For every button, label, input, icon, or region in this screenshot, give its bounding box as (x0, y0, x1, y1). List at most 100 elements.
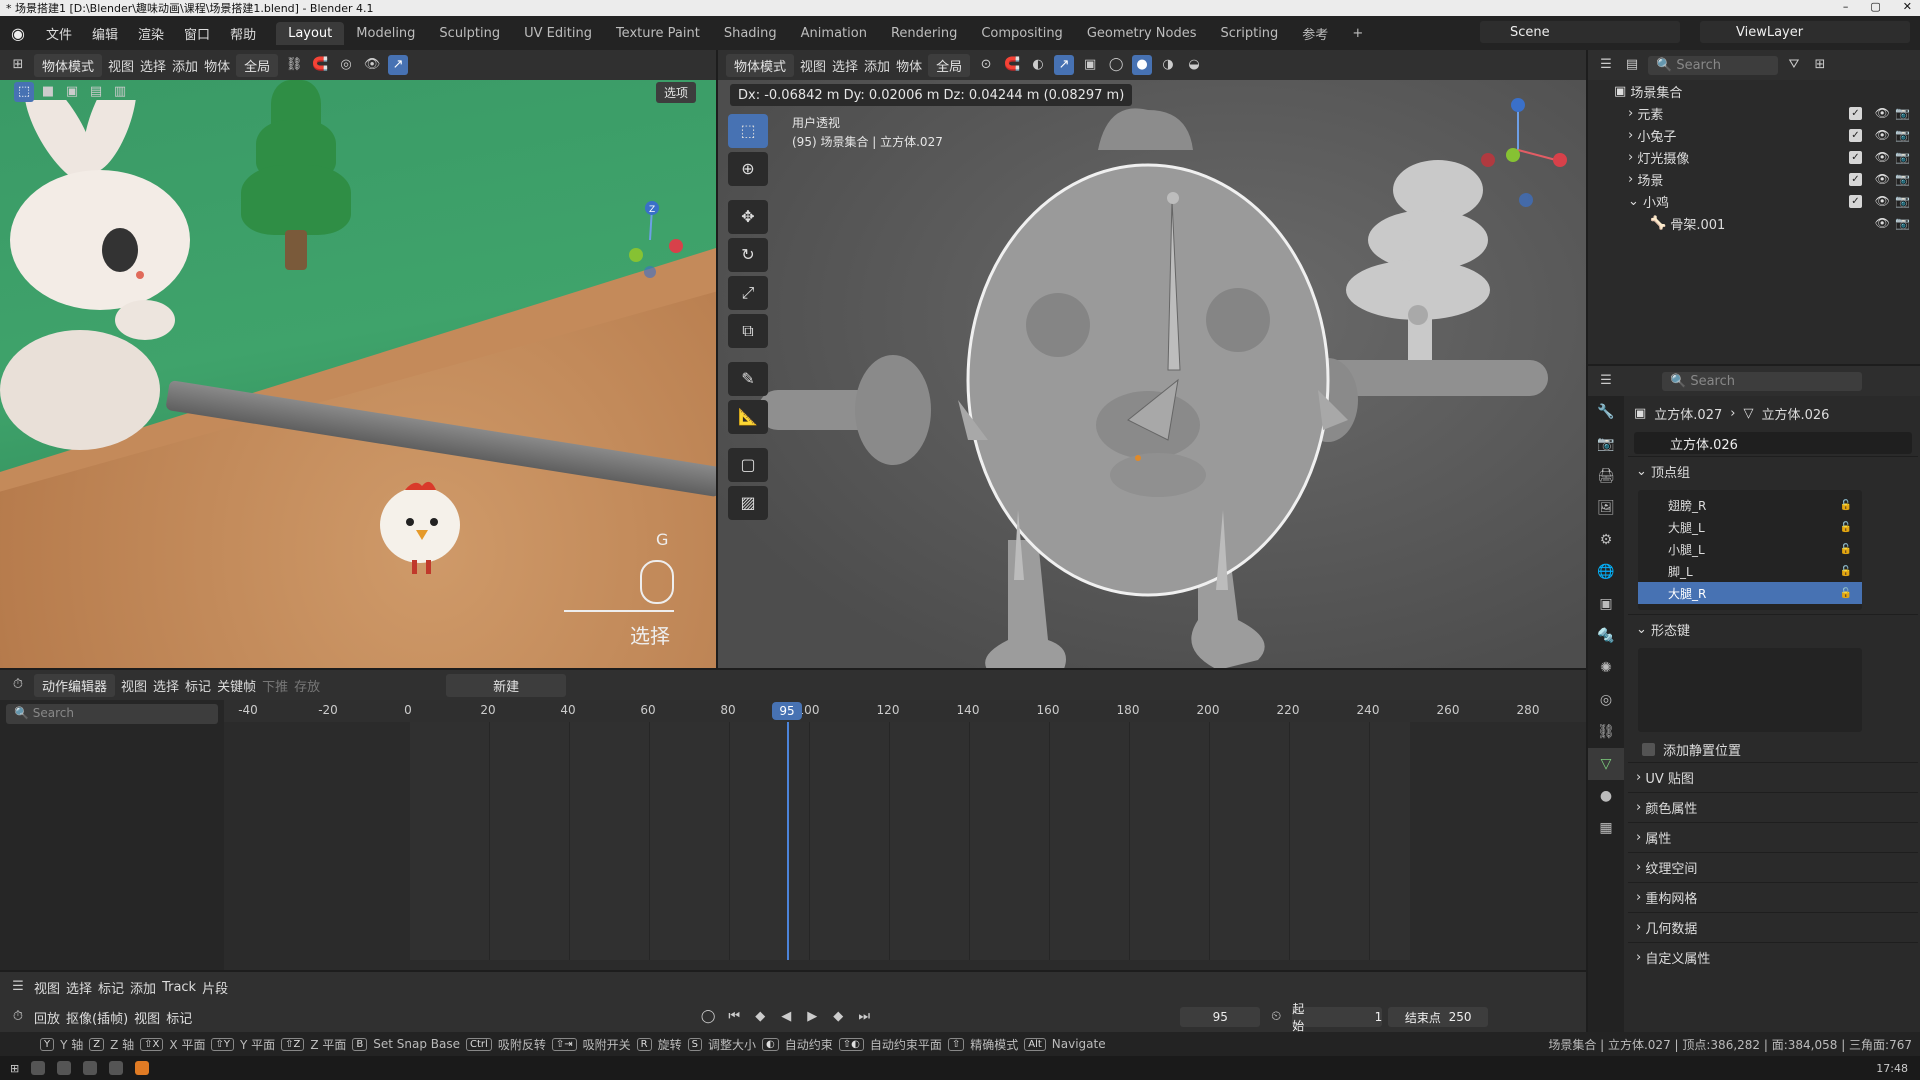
frame-ruler[interactable]: -40 -20 0 20 40 60 80 100 120 140 160 18… (224, 700, 1586, 722)
select-subtract-icon[interactable]: ▤ (86, 82, 106, 102)
move-tool-icon[interactable]: ✥ (728, 200, 768, 234)
right-menu-object[interactable]: 物体 (896, 56, 922, 75)
record-icon[interactable]: ◯ (698, 1007, 718, 1027)
section-shape-keys[interactable]: ⌄ 形态键 (1628, 614, 1918, 644)
tab-modeling[interactable]: Modeling (344, 22, 427, 45)
blender-taskbar-icon[interactable] (135, 1061, 150, 1075)
scene-tab-icon[interactable]: ⚙ (1588, 524, 1624, 556)
image-tool-icon[interactable]: ▨ (728, 486, 768, 520)
lock-icon[interactable]: 🔓 (1840, 544, 1852, 555)
expand-icon[interactable]: › (1628, 128, 1637, 143)
overlay-icon[interactable]: ◐ (1028, 55, 1048, 75)
list-item[interactable]: 大腿_R 🔓 (1638, 582, 1862, 604)
nla-menu-track[interactable]: Track (162, 980, 196, 995)
nla-menu-marker[interactable]: 标记 (98, 978, 124, 997)
list-item[interactable]: 小腿_L 🔓 (1638, 538, 1862, 560)
menu-edit[interactable]: 编辑 (82, 24, 128, 43)
eye-icon[interactable]: 👁 (1875, 106, 1890, 120)
eye-icon[interactable]: 👁 (1875, 172, 1890, 186)
camera-icon[interactable]: 📷 (1895, 194, 1910, 208)
menu-file[interactable]: 文件 (36, 24, 82, 43)
select-extend-icon[interactable]: ▣ (62, 82, 82, 102)
list-item[interactable]: 翅膀_R 🔓 (1638, 494, 1862, 516)
new-collection-icon[interactable]: ⊞ (1810, 55, 1830, 75)
tab-sculpting[interactable]: Sculpting (427, 22, 512, 45)
annotate-tool-icon[interactable]: ✎ (728, 362, 768, 396)
section-vertex-groups[interactable]: ⌄ 顶点组 (1628, 456, 1918, 486)
outliner-row[interactable]: ⌄ 小鸡 ✓ 👁 📷 (1588, 190, 1920, 212)
menu-help[interactable]: 帮助 (220, 24, 266, 43)
material-shading-icon[interactable]: ◑ (1158, 55, 1178, 75)
menu-render[interactable]: 渲染 (128, 24, 174, 43)
nla-menu-view[interactable]: 视图 (34, 978, 60, 997)
eye-icon[interactable]: 👁 (1875, 150, 1890, 164)
search-icon[interactable] (31, 1061, 46, 1075)
playhead[interactable] (787, 722, 789, 960)
start-frame-field[interactable]: 起始 1 (1292, 1002, 1383, 1033)
eye-icon[interactable]: 👁 (1875, 128, 1890, 142)
snap-icon[interactable]: 🧲 (310, 55, 330, 75)
end-frame-field[interactable]: 结束点 250 (1388, 1007, 1489, 1027)
rest-position-checkbox[interactable] (1642, 742, 1655, 756)
tab-scripting[interactable]: Scripting (1208, 22, 1290, 45)
outliner-row[interactable]: › 小兔子 ✓ 👁 📷 (1588, 124, 1920, 146)
next-key-icon[interactable]: ◆ (828, 1007, 848, 1027)
select-new-icon[interactable]: ■ (38, 82, 58, 102)
play-icon[interactable]: ▶ (802, 1007, 822, 1027)
section-remesh[interactable]: › 重构网格 (1628, 882, 1918, 912)
visibility-icon[interactable]: 👁 (362, 55, 382, 75)
stash-button[interactable]: 存放 (294, 676, 320, 695)
viewlayer-selector[interactable]: ViewLayer (1700, 21, 1910, 43)
camera-icon[interactable]: 📷 (1895, 150, 1910, 164)
file-explorer-icon[interactable] (57, 1061, 72, 1075)
tool-tab-icon[interactable]: 🔧 (1588, 396, 1624, 428)
gizmo-icon[interactable]: ↗ (1054, 55, 1075, 75)
add-cube-tool-icon[interactable]: ▢ (728, 448, 768, 482)
frame-field[interactable]: 95 (1180, 1007, 1261, 1027)
expand-icon[interactable]: › (1628, 150, 1637, 165)
tab-layout[interactable]: Layout (276, 21, 345, 45)
nla-editor-icon[interactable]: ☰ (8, 977, 28, 997)
right-menu-add[interactable]: 添加 (864, 56, 890, 75)
tab-shading[interactable]: Shading (712, 22, 789, 45)
checkbox-icon[interactable]: ✓ (1849, 128, 1862, 142)
section-attributes[interactable]: › 属性 (1628, 822, 1918, 852)
lock-icon[interactable]: 🔓 (1840, 522, 1852, 533)
action-editor-dropdown[interactable]: 动作编辑器 (34, 673, 116, 697)
right-transform-dropdown[interactable]: 全局 (928, 53, 971, 77)
gizmo-toggle-icon[interactable]: ↗ (388, 55, 409, 75)
link-icon[interactable]: ⛓ (284, 55, 304, 75)
render-tab-icon[interactable]: 📷 (1588, 428, 1624, 460)
timeline-editor-icon[interactable]: ⏱ (8, 1007, 28, 1027)
outliner-search-input[interactable]: 🔍 Search (1648, 55, 1778, 75)
tab-geometry-nodes[interactable]: Geometry Nodes (1075, 22, 1209, 45)
camera-icon[interactable]: 📷 (1895, 106, 1910, 120)
object-tab-icon[interactable]: ▣ (1588, 588, 1624, 620)
section-texture-space[interactable]: › 纹理空间 (1628, 852, 1918, 882)
lock-icon[interactable]: 🔓 (1840, 566, 1852, 577)
app-icon[interactable] (109, 1061, 124, 1075)
viewport-3d[interactable]: Dx: -0.06842 m Dy: 0.02006 m Dz: 0.04244… (718, 80, 1586, 668)
list-item[interactable]: 脚_L 🔓 (1638, 560, 1862, 582)
measure-tool-icon[interactable]: 📐 (728, 400, 768, 434)
add-workspace-icon[interactable]: + (1340, 22, 1375, 45)
left-menu-object[interactable]: 物体 (204, 56, 230, 75)
action-menu-select[interactable]: 选择 (153, 676, 179, 695)
lock-icon[interactable]: 🔓 (1840, 500, 1852, 511)
camera-icon[interactable]: 📷 (1895, 172, 1910, 186)
physics-tab-icon[interactable]: ◎ (1588, 684, 1624, 716)
outliner-row[interactable]: › 元素 ✓ 👁 📷 (1588, 102, 1920, 124)
output-tab-icon[interactable]: 🖨 (1588, 460, 1624, 492)
scene-selector[interactable]: Scene (1480, 21, 1680, 43)
section-color-attributes[interactable]: › 颜色属性 (1628, 792, 1918, 822)
section-geometry-data[interactable]: › 几何数据 (1628, 912, 1918, 942)
action-menu-keyframe[interactable]: 关键帧 (217, 676, 256, 695)
select-invert-icon[interactable]: ▥ (110, 82, 130, 102)
rendered-shading-icon[interactable]: ◒ (1184, 55, 1204, 75)
checkbox-icon[interactable]: ✓ (1849, 194, 1862, 208)
camera-icon[interactable]: 📷 (1895, 216, 1910, 230)
scale-tool-icon[interactable]: ⤢ (728, 276, 768, 310)
start-icon[interactable]: ⊞ (10, 1062, 19, 1075)
view-layer-tab-icon[interactable]: 🖼 (1588, 492, 1624, 524)
right-menu-view[interactable]: 视图 (800, 56, 826, 75)
